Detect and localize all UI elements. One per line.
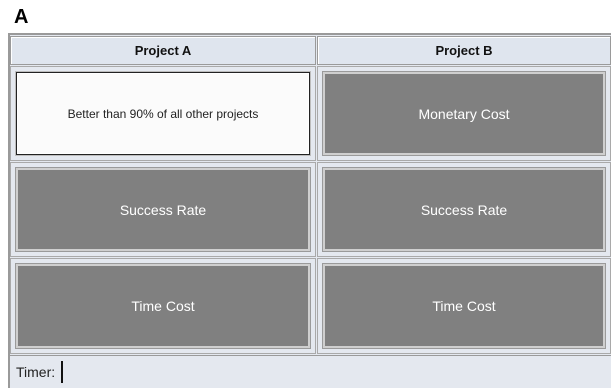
- column-header-project-b: Project B: [317, 36, 611, 65]
- cell-a-row2[interactable]: Success Rate: [10, 162, 316, 257]
- cell-b-row3[interactable]: Time Cost: [317, 258, 611, 354]
- cell-a-row3-hidden-box[interactable]: Time Cost: [16, 264, 310, 348]
- timer-bar: Timer:: [10, 355, 611, 388]
- cell-b-row3-hidden-box[interactable]: Time Cost: [323, 264, 605, 348]
- cell-a-row1[interactable]: Better than 90% of all other projects: [10, 66, 316, 161]
- cell-a-row2-hidden-box[interactable]: Success Rate: [16, 168, 310, 251]
- cell-b-row2-hidden-box[interactable]: Success Rate: [323, 168, 605, 251]
- cell-a-row3[interactable]: Time Cost: [10, 258, 316, 354]
- panel-label: A: [14, 6, 29, 28]
- cell-b-row1-hidden-box[interactable]: Monetary Cost: [323, 72, 605, 155]
- cell-a-row1-revealed-text[interactable]: Better than 90% of all other projects: [16, 72, 310, 155]
- timer-label: Timer:: [16, 364, 56, 380]
- column-header-project-a: Project A: [10, 36, 316, 65]
- cell-b-row1[interactable]: Monetary Cost: [317, 66, 611, 161]
- cell-b-row2[interactable]: Success Rate: [317, 162, 611, 257]
- timer-cursor: [61, 361, 64, 383]
